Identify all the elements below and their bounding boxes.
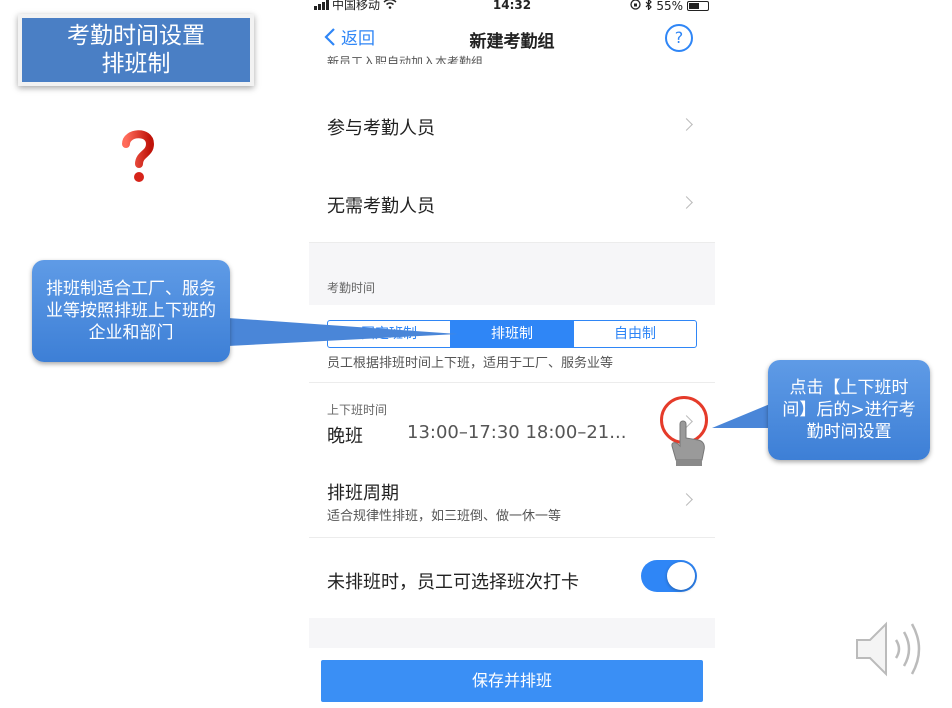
attendance-type-description: 员工根据排班时间上下班，适用于工厂、服务业等 [327, 356, 614, 371]
schedule-cycle-title: 排班周期 [327, 483, 399, 504]
segment-flexible[interactable]: 自由制 [574, 321, 696, 347]
page-title: 新建考勤组 [469, 32, 555, 52]
attendance-type-segmented-control: 固定班制 排班制 自由制 [327, 320, 697, 348]
bluetooth-icon [645, 0, 653, 12]
orientation-lock-icon [630, 0, 641, 12]
left-callout: 排班制适合工厂、服务业等按照排班上下班的企业和部门 [32, 260, 230, 362]
question-mark-icon [122, 130, 155, 182]
bottom-divider [309, 618, 715, 648]
shift-time-label: 上下班时间 [327, 403, 388, 417]
chevron-right-icon [680, 118, 693, 131]
non-participants-row[interactable]: 无需考勤人员 [309, 164, 715, 243]
segment-scheduled[interactable]: 排班制 [451, 321, 574, 347]
participants-label: 参与考勤人员 [327, 118, 435, 139]
speaker-icon[interactable] [854, 618, 928, 680]
status-bar: 中国移动 14:32 55% [309, 0, 715, 12]
right-callout: 点击【上下班时间】后的>进行考勤时间设置 [768, 360, 930, 460]
schedule-cycle-subtitle: 适合规律性排班，如三班倒、做一休一等 [327, 509, 562, 524]
shift-times: 13:00–17:30 18:00–21... [407, 422, 627, 443]
left-callout-text: 排班制适合工厂、服务业等按照排班上下班的企业和部门 [46, 279, 216, 343]
slide-title-line1: 考勤时间设置 [67, 23, 205, 49]
right-callout-pointer [712, 404, 770, 428]
segment-fixed[interactable]: 固定班制 [328, 321, 451, 347]
help-icon[interactable]: ? [665, 24, 693, 52]
shift-name: 晚班 [327, 426, 363, 447]
chevron-right-icon [680, 493, 693, 506]
non-participants-label: 无需考勤人员 [327, 196, 435, 217]
schedule-cycle-row[interactable]: 排班周期 适合规律性排班，如三班倒、做一休一等 [309, 461, 715, 538]
save-and-schedule-button[interactable]: 保存并排班 [321, 660, 703, 702]
battery-icon [687, 0, 709, 11]
right-callout-text: 点击【上下班时间】后的>进行考勤时间设置 [782, 378, 916, 442]
phone-screen: 中国移动 14:32 55% 返回 新建考勤组 ? 新员工入职自动加入本考勤组 … [309, 0, 715, 708]
auto-join-hint: 新员工入职自动加入本考勤组 [327, 55, 484, 64]
chevron-right-icon [680, 196, 693, 209]
pointing-hand-icon [671, 420, 705, 466]
battery-percent: 55% [656, 0, 683, 13]
attendance-time-title: 考勤时间 [327, 281, 376, 295]
slide-title-card: 考勤时间设置 排班制 [18, 14, 254, 86]
participants-row[interactable]: 参与考勤人员 [309, 86, 715, 165]
unscheduled-checkin-toggle[interactable] [641, 560, 697, 592]
unscheduled-checkin-label: 未排班时，员工可选择班次打卡 [327, 572, 579, 593]
slide-title-line2: 排班制 [101, 51, 171, 77]
